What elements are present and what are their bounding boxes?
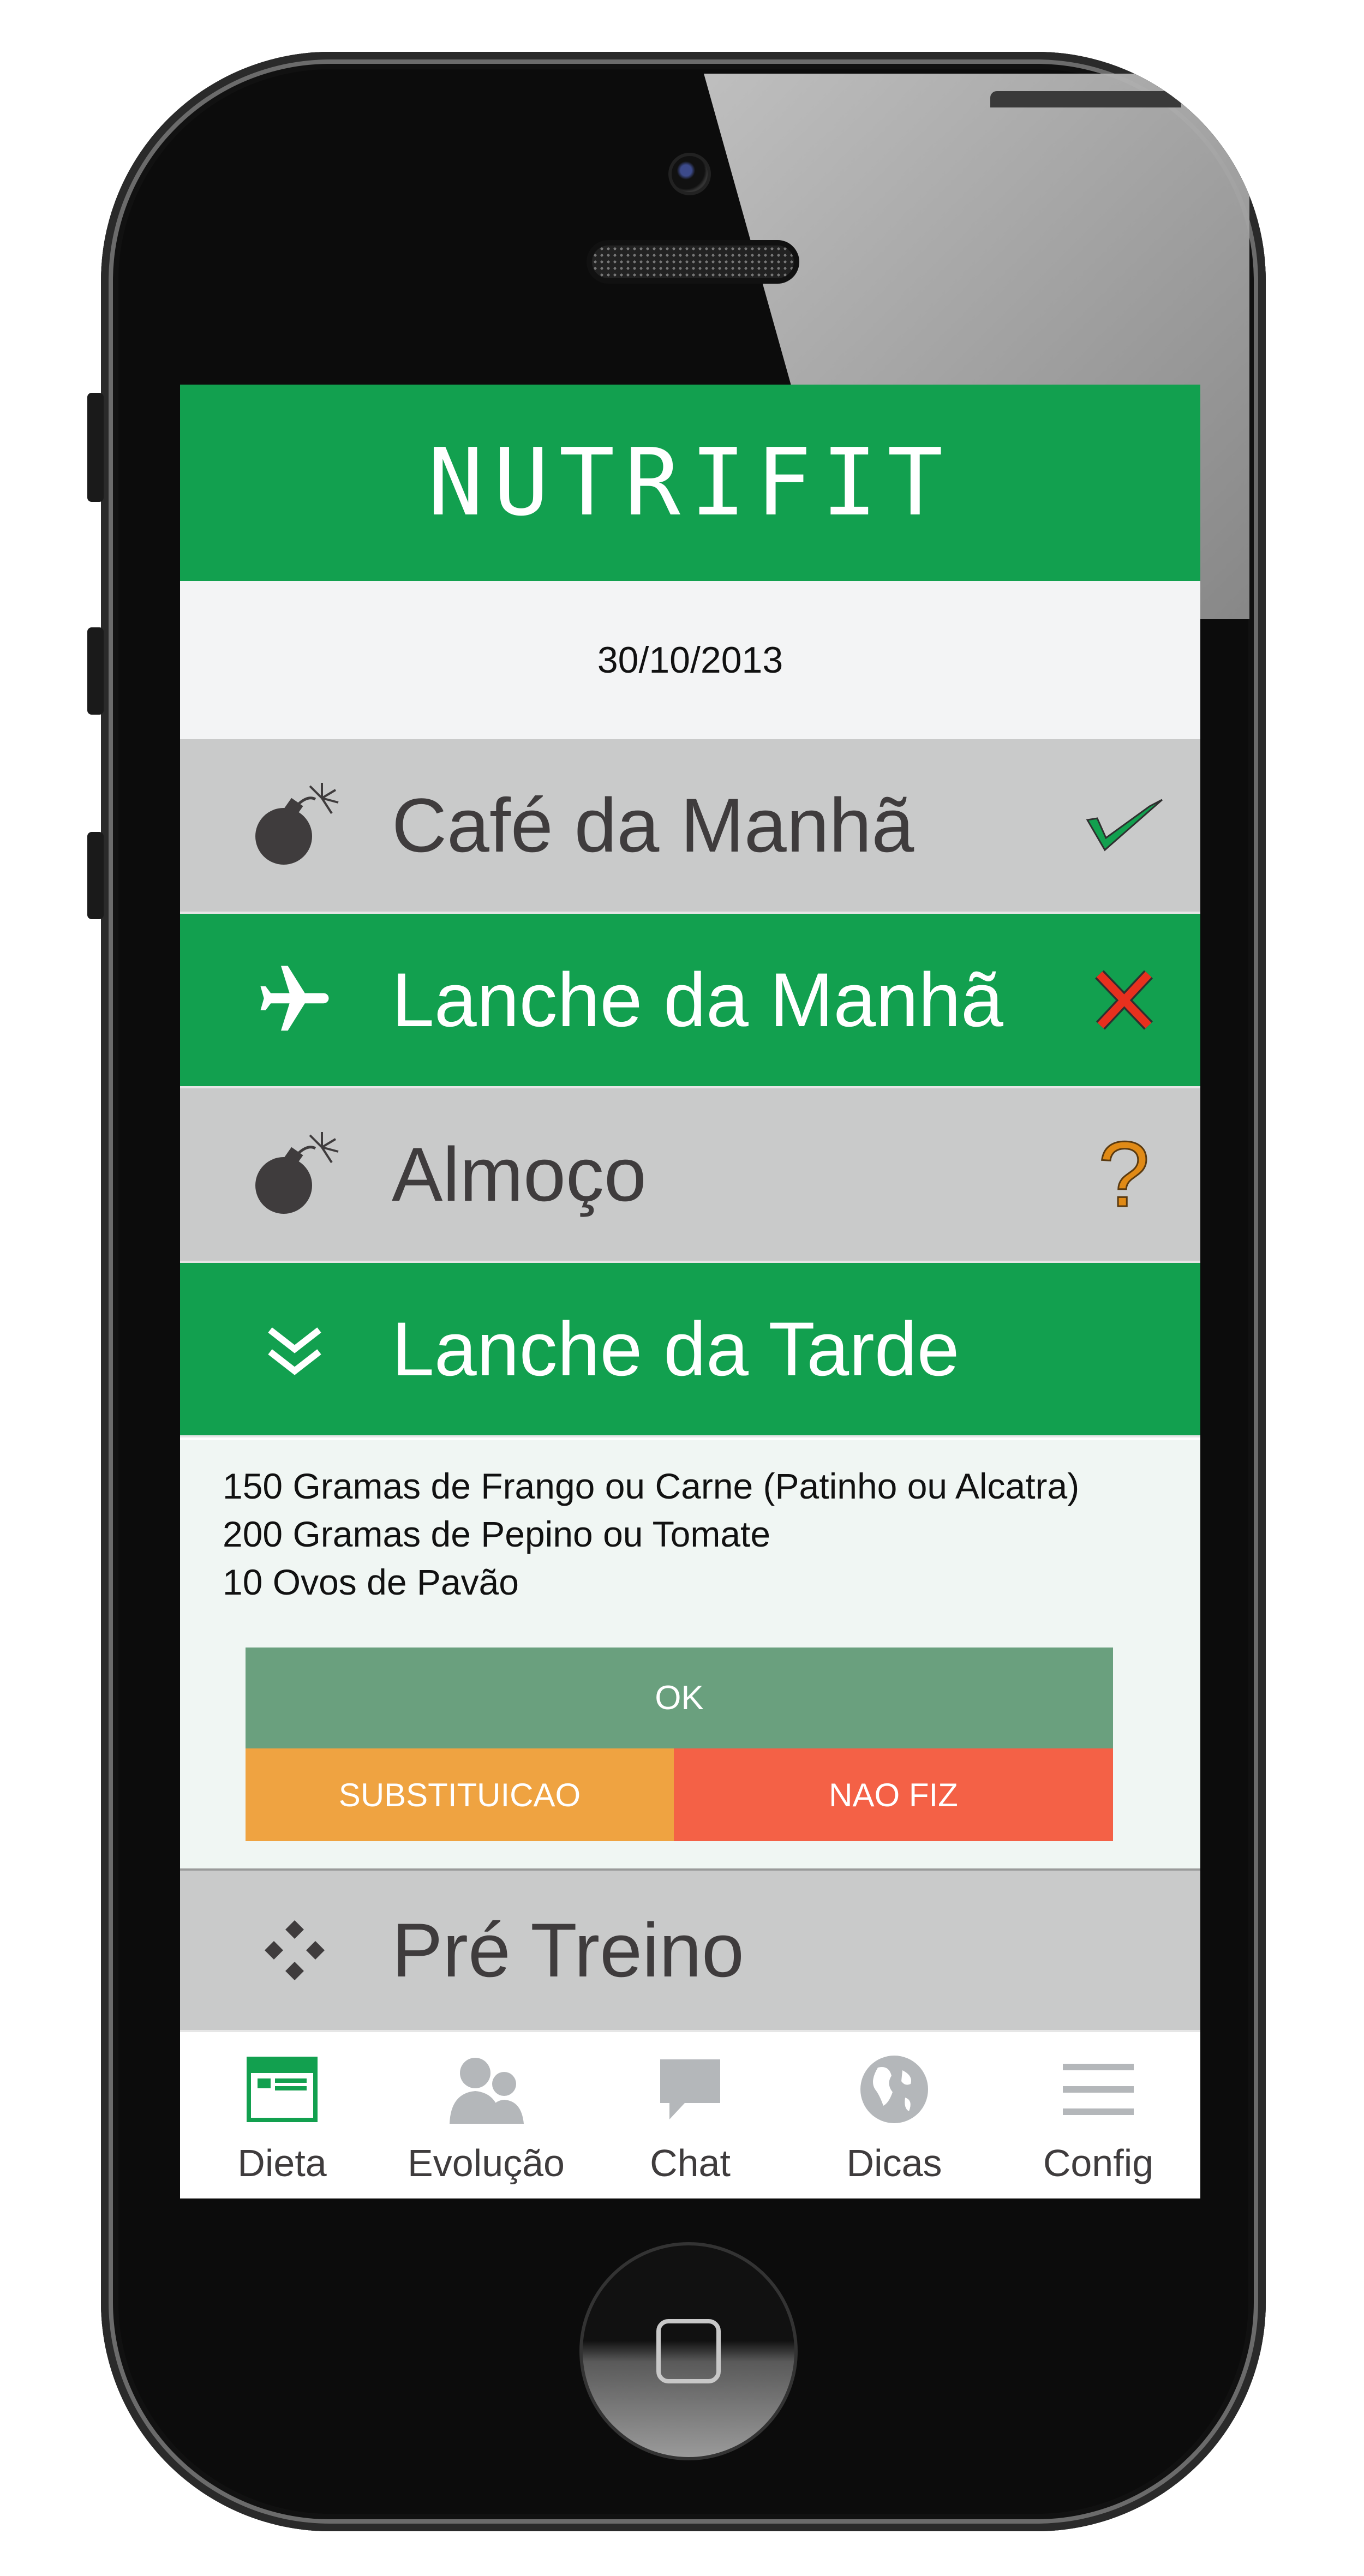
home-button[interactable] — [579, 2242, 798, 2460]
app-screen: NUTRIFIT 30/10/2013 Café da Manhã Lanche… — [180, 385, 1200, 2198]
food-item: 200 Gramas de Pepino ou Tomate — [223, 1514, 771, 1554]
substitute-button[interactable]: SUBSTITUICAO — [246, 1748, 674, 1841]
date-bar[interactable]: 30/10/2013 — [180, 581, 1200, 739]
tab-label: Chat — [650, 2142, 731, 2184]
meal-row-cafe-da-manha[interactable]: Café da Manhã — [180, 739, 1200, 914]
diamond-cluster-icon — [240, 1896, 349, 2005]
tab-chat[interactable]: Chat — [588, 2032, 792, 2198]
meal-label: Café da Manhã — [392, 782, 914, 868]
menu-lines-icon — [1057, 2054, 1139, 2125]
bomb-icon — [240, 771, 349, 880]
tab-label: Config — [1043, 2142, 1154, 2184]
meal-label: Pré Treino — [392, 1907, 744, 1993]
globe-icon — [853, 2054, 935, 2125]
ok-button[interactable]: OK — [246, 1648, 1113, 1748]
volume-down-button — [87, 832, 104, 919]
bottom-tab-bar: Dieta Evolução Chat Dicas Config — [180, 2032, 1200, 2198]
airplane-icon — [240, 945, 349, 1055]
mute-switch — [87, 393, 104, 502]
volume-up-button — [87, 627, 104, 715]
current-date: 30/10/2013 — [597, 639, 783, 681]
front-camera — [668, 153, 711, 195]
food-list: 150 Gramas de Frango ou Carne (Patinho o… — [223, 1462, 1079, 1606]
x-icon — [1080, 956, 1168, 1044]
meal-row-lanche-da-tarde[interactable]: Lanche da Tarde — [180, 1263, 1200, 1437]
checkmark-icon — [1080, 782, 1168, 869]
bomb-icon — [240, 1120, 349, 1229]
meal-row-lanche-da-manha[interactable]: Lanche da Manhã — [180, 914, 1200, 1088]
not-done-button[interactable]: NAO FIZ — [674, 1748, 1113, 1841]
food-item: 10 Ovos de Pavão — [223, 1562, 519, 1602]
chat-bubble-icon — [649, 2054, 731, 2125]
power-button — [990, 91, 1181, 107]
app-header: NUTRIFIT — [180, 385, 1200, 581]
tab-label: Dicas — [846, 2142, 942, 2184]
question-mark: ? — [1097, 1122, 1151, 1227]
question-icon: ? — [1080, 1122, 1168, 1227]
tab-label: Dieta — [237, 2142, 327, 2184]
meal-label: Lanche da Tarde — [392, 1306, 960, 1392]
tab-config[interactable]: Config — [996, 2032, 1200, 2198]
tab-evolucao[interactable]: Evolução — [384, 2032, 588, 2198]
meal-label: Lanche da Manhã — [392, 957, 1003, 1043]
people-icon — [445, 2054, 527, 2125]
tab-label: Evolução — [408, 2142, 565, 2184]
chevron-double-down-icon — [240, 1295, 349, 1404]
diet-card-icon — [241, 2054, 323, 2125]
earpiece-speaker — [587, 240, 799, 284]
tab-dicas[interactable]: Dicas — [792, 2032, 996, 2198]
tab-dieta[interactable]: Dieta — [180, 2032, 384, 2198]
meal-row-almoco[interactable]: Almoço ? — [180, 1088, 1200, 1263]
food-item: 150 Gramas de Frango ou Carne (Patinho o… — [223, 1466, 1080, 1506]
home-square-icon — [656, 2319, 721, 2383]
meal-label: Almoço — [392, 1131, 647, 1217]
meal-row-pre-treino[interactable]: Pré Treino — [180, 1868, 1200, 2032]
app-title: NUTRIFIT — [427, 429, 953, 537]
